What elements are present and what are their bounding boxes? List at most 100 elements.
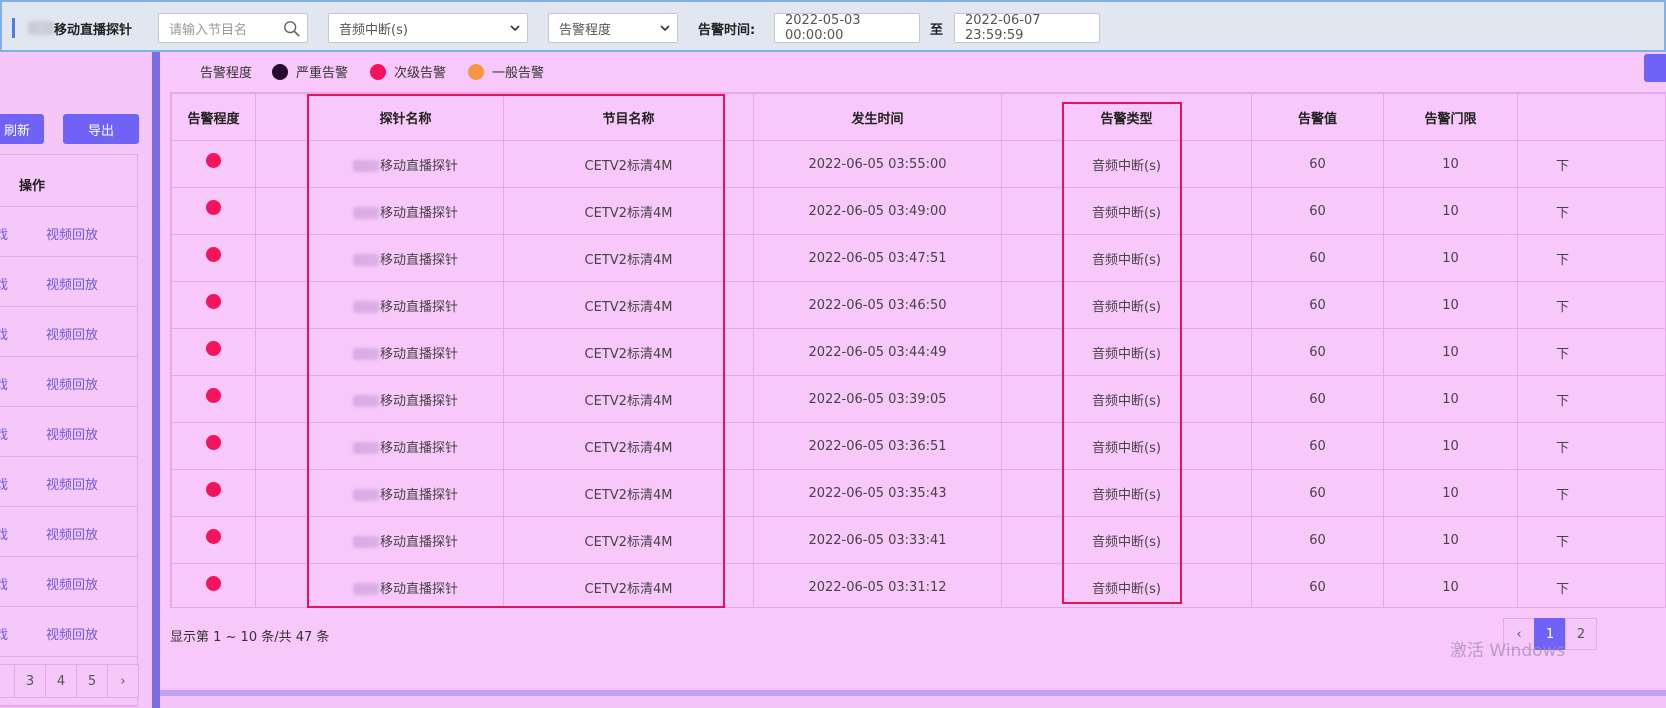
table-row[interactable]: 移动直播探针 CETV2标清4M 2022-06-05 03:46:50 音频中断(s…: [171, 281, 1665, 329]
severity-cell: [171, 422, 256, 470]
type-cell: 音频中断(s): [1001, 281, 1252, 329]
table-row[interactable]: 移动直播探针 CETV2标清4M 2022-06-05 03:55:00 音频中断(s…: [171, 140, 1665, 188]
row-action-link-cut[interactable]: 戏: [0, 424, 8, 443]
bottom-scrollbar[interactable]: [160, 690, 1666, 696]
video-replay-link[interactable]: 视频回放: [46, 574, 98, 593]
extra-cell[interactable]: 下: [1517, 563, 1665, 607]
extra-action-link[interactable]: 下: [1556, 582, 1569, 597]
row-action-link-cut[interactable]: 戏: [0, 274, 8, 293]
video-replay-link[interactable]: 视频回放: [46, 474, 98, 493]
extra-action-link[interactable]: 下: [1556, 394, 1569, 409]
panel-divider[interactable]: [152, 52, 160, 708]
search-placeholder: 请输入节目名: [169, 22, 248, 38]
col-severity-header[interactable]: 告警程度: [171, 93, 256, 141]
row-action-link-cut[interactable]: 戏: [0, 324, 8, 343]
alarm-level-select[interactable]: 告警程度: [548, 13, 678, 43]
refresh-button[interactable]: 刷新: [0, 114, 44, 144]
redacted-probe-prefix: [352, 207, 379, 219]
page-button-3[interactable]: 3: [14, 664, 46, 698]
program-search-input[interactable]: 请输入节目名: [158, 13, 308, 43]
type-cell: 音频中断(s): [1001, 422, 1252, 470]
value-cell: 60: [1251, 469, 1384, 517]
extra-cell[interactable]: 下: [1517, 469, 1665, 517]
col-type-header[interactable]: 告警类型: [1001, 93, 1252, 141]
extra-action-link[interactable]: 下: [1556, 488, 1569, 503]
table-row[interactable]: 移动直播探针 CETV2标清4M 2022-06-05 03:44:49 音频中断(s…: [171, 328, 1665, 376]
alarm-type-select[interactable]: 音频中断(s): [328, 13, 528, 43]
table-row[interactable]: 移动直播探针 CETV2标清4M 2022-06-05 03:33:41 音频中断(s…: [171, 516, 1665, 564]
video-replay-link[interactable]: 视频回放: [46, 624, 98, 643]
extra-cell[interactable]: 下: [1517, 328, 1665, 376]
row-action-link-cut[interactable]: 戏: [0, 524, 8, 543]
row-action-link-cut[interactable]: 戏: [0, 474, 8, 493]
extra-cell[interactable]: 下: [1517, 422, 1665, 470]
extra-action-link[interactable]: 下: [1556, 253, 1569, 268]
operations-row: 戏 视频回放: [0, 607, 137, 657]
legend-secondary-label: 次级告警: [394, 66, 447, 81]
time-cell: 2022-06-05 03:44:49: [753, 328, 1002, 376]
extra-action-link[interactable]: 下: [1556, 347, 1569, 362]
page-button-5[interactable]: 5: [76, 664, 108, 698]
col-time-header[interactable]: 发生时间: [753, 93, 1002, 141]
end-time-input[interactable]: 2022-06-07 23:59:59: [954, 13, 1100, 43]
extra-cell[interactable]: 下: [1517, 516, 1665, 564]
legend-severe-label: 严重告警: [296, 66, 349, 81]
video-replay-link[interactable]: 视频回放: [46, 274, 98, 293]
col-threshold-header[interactable]: 告警门限: [1383, 93, 1518, 141]
extra-cell[interactable]: 下: [1517, 375, 1665, 423]
next-page-button[interactable]: ›: [107, 664, 139, 698]
page-button-partial[interactable]: [0, 664, 15, 698]
search-icon[interactable]: [283, 20, 301, 38]
threshold-cell: 10: [1383, 422, 1518, 470]
operations-header: 操作: [0, 155, 137, 207]
table-row[interactable]: 移动直播探针 CETV2标清4M 2022-06-05 03:49:00 音频中断(s…: [171, 187, 1665, 235]
extra-cell[interactable]: 下: [1517, 281, 1665, 329]
value-cell: 60: [1251, 422, 1384, 470]
video-replay-link[interactable]: 视频回放: [46, 324, 98, 343]
col-value-header[interactable]: 告警值: [1251, 93, 1384, 141]
row-action-link-cut[interactable]: 戏: [0, 624, 8, 643]
col-probe-header[interactable]: 探针名称: [307, 93, 504, 141]
program-cell: CETV2标清4M: [503, 422, 754, 470]
page-button-4[interactable]: 4: [45, 664, 77, 698]
page-button-2[interactable]: 2: [1565, 618, 1597, 650]
extra-action-link[interactable]: 下: [1556, 300, 1569, 315]
extra-cell[interactable]: 下: [1517, 234, 1665, 282]
extra-cell[interactable]: 下: [1517, 140, 1665, 188]
legend-title: 告警程度: [200, 66, 253, 81]
table-row[interactable]: 移动直播探针 CETV2标清4M 2022-06-05 03:36:51 音频中断(s…: [171, 422, 1665, 470]
table-row[interactable]: 移动直播探针 CETV2标清4M 2022-06-05 03:31:12 音频中断(s…: [171, 563, 1665, 607]
video-replay-link[interactable]: 视频回放: [46, 374, 98, 393]
table-row[interactable]: 移动直播探针 CETV2标清4M 2022-06-05 03:47:51 音频中断(s…: [171, 234, 1665, 282]
video-replay-link[interactable]: 视频回放: [46, 424, 98, 443]
col-program-header[interactable]: 节目名称: [503, 93, 754, 141]
blank-cell: [255, 281, 308, 329]
extra-action-link[interactable]: 下: [1556, 535, 1569, 550]
secondary-alarm-indicator: [206, 387, 221, 403]
row-action-link-cut[interactable]: 戏: [0, 574, 8, 593]
redacted-probe-prefix: [352, 301, 379, 313]
severity-cell: [171, 469, 256, 517]
table-row[interactable]: 移动直播探针 CETV2标清4M 2022-06-05 03:39:05 音频中断(s…: [171, 375, 1665, 423]
video-replay-link[interactable]: 视频回放: [46, 524, 98, 543]
extra-action-link[interactable]: 下: [1556, 159, 1569, 174]
col-extra-header[interactable]: [1517, 93, 1665, 141]
program-cell: CETV2标清4M: [503, 187, 754, 235]
video-replay-link[interactable]: 视频回放: [46, 224, 98, 243]
export-button[interactable]: 导出: [63, 114, 139, 144]
severe-alarm-dot: [272, 63, 289, 80]
operations-row: 戏 视频回放: [0, 307, 137, 357]
threshold-cell: 10: [1383, 187, 1518, 235]
table-header-row: 告警程度 探针名称 节目名称 发生时间 告警类型 告警值 告警门限: [171, 93, 1665, 141]
top-right-action-button[interactable]: [1644, 54, 1666, 82]
blank-cell: [255, 140, 308, 188]
extra-action-link[interactable]: 下: [1556, 206, 1569, 221]
extra-action-link[interactable]: 下: [1556, 441, 1569, 456]
probe-cell: 移动直播探针: [307, 516, 504, 564]
col-blank-header: [255, 93, 308, 141]
row-action-link-cut[interactable]: 戏: [0, 224, 8, 243]
table-row[interactable]: 移动直播探针 CETV2标清4M 2022-06-05 03:35:43 音频中断(s…: [171, 469, 1665, 517]
row-action-link-cut[interactable]: 戏: [0, 374, 8, 393]
extra-cell[interactable]: 下: [1517, 187, 1665, 235]
start-time-input[interactable]: 2022-05-03 00:00:00: [774, 13, 920, 43]
